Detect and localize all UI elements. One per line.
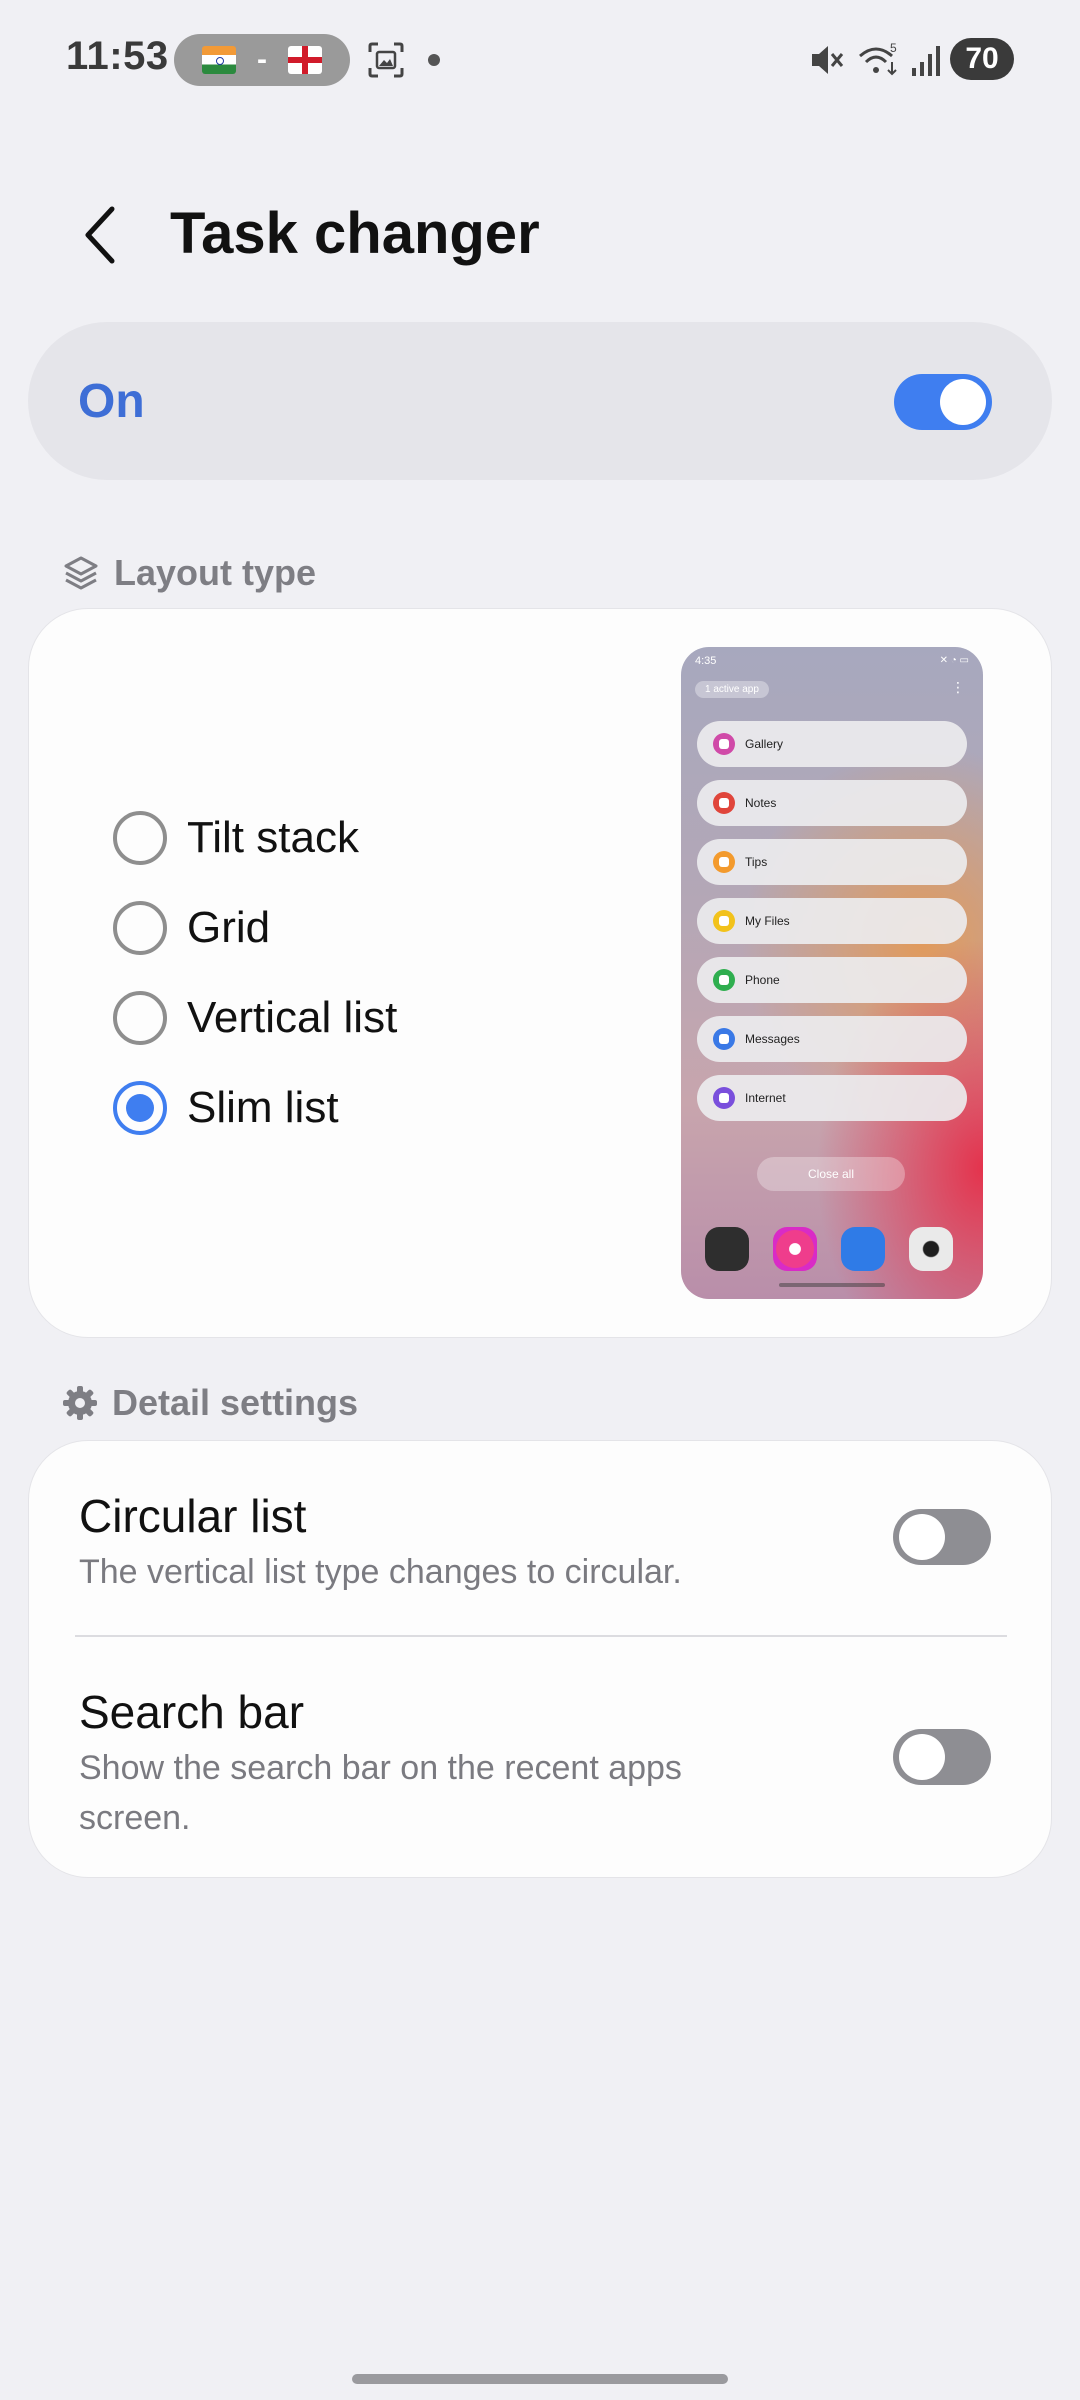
status-bar: 11:53 - 5 70 — [0, 0, 1080, 120]
preview-app-gallery: Gallery — [697, 721, 967, 767]
notes-icon — [713, 792, 735, 814]
status-time: 11:53 — [66, 34, 169, 78]
messages-icon — [841, 1227, 885, 1271]
preview-app-name: My Files — [745, 914, 790, 928]
detail-settings-header: Detail settings — [62, 1382, 358, 1424]
gallery-icon — [773, 1227, 817, 1271]
wifi-icon: 5 — [859, 41, 897, 76]
master-switch-label: On — [78, 375, 145, 428]
circular-list-toggle[interactable] — [893, 1509, 991, 1565]
preview-app-internet: Internet — [697, 1075, 967, 1121]
toggle-knob — [940, 379, 986, 425]
back-button[interactable] — [70, 200, 130, 270]
signal-icon — [912, 46, 940, 76]
radio-button[interactable] — [113, 811, 167, 865]
search-bar-toggle[interactable] — [893, 1729, 991, 1785]
detail-settings-label: Detail settings — [112, 1382, 359, 1423]
gear-icon — [63, 1386, 97, 1420]
preview-app-tips: Tips — [697, 839, 967, 885]
search-bar-description: Show the search bar on the recent apps s… — [79, 1749, 682, 1837]
camera-icon — [909, 1227, 953, 1271]
layout-type-header: Layout type — [62, 552, 316, 594]
preview-app-name: Internet — [745, 1091, 786, 1105]
layout-type-label: Layout type — [114, 552, 317, 593]
toggle-knob — [899, 1734, 945, 1780]
england-flag-icon — [287, 46, 322, 74]
preview-app-name: Tips — [745, 855, 768, 869]
folder-icon — [713, 910, 735, 932]
score-separator: - — [256, 43, 267, 76]
radio-label: Slim list — [187, 1083, 339, 1132]
notification-dot-icon — [428, 54, 440, 66]
gallery-icon — [713, 733, 735, 755]
tips-icon — [713, 851, 735, 873]
radio-label: Tilt stack — [187, 813, 359, 862]
radio-option-vertical-list[interactable]: Vertical list — [113, 991, 397, 1045]
mute-icon — [812, 46, 844, 74]
preview-time: 4:35 — [695, 655, 717, 667]
master-switch-row[interactable]: On — [28, 322, 1052, 480]
detail-settings-card: Circular list The vertical list type cha… — [28, 1440, 1052, 1878]
toggle-knob — [899, 1514, 945, 1560]
master-toggle[interactable] — [894, 374, 992, 430]
preview-app-name: Notes — [745, 796, 777, 810]
layout-preview-image: 4:35 ✕ ◔ ▭ 1 active app ⋮ Gallery Notes … — [681, 647, 983, 1299]
preview-app-name: Phone — [745, 973, 780, 987]
radio-label: Grid — [187, 903, 271, 952]
radio-button[interactable] — [113, 991, 167, 1045]
preview-app-name: Messages — [745, 1032, 800, 1046]
search-bar-title: Search bar — [79, 1686, 305, 1738]
calculator-icon — [705, 1227, 749, 1271]
radio-label: Vertical list — [187, 993, 398, 1042]
layout-type-card: Tilt stack Grid Vertical list Slim list … — [28, 608, 1052, 1338]
messages-icon — [713, 1028, 735, 1050]
layers-icon — [64, 556, 98, 590]
preview-status-icons: ✕ ◔ ▭ — [939, 655, 969, 666]
phone-icon — [713, 969, 735, 991]
preview-close-all-button: Close all — [757, 1157, 905, 1191]
live-score-pill[interactable]: - — [174, 34, 350, 86]
page-title: Task changer — [170, 201, 540, 266]
preview-active-apps-chip: 1 active app — [695, 681, 769, 698]
radio-button[interactable] — [113, 901, 167, 955]
more-options-icon: ⋮ — [951, 679, 965, 695]
circular-list-row[interactable]: Circular list The vertical list type cha… — [29, 1441, 1053, 1635]
radio-option-grid[interactable]: Grid — [113, 901, 270, 955]
screenshot-icon — [368, 42, 404, 78]
preview-home-handle — [779, 1283, 885, 1287]
radio-option-tilt-stack[interactable]: Tilt stack — [113, 811, 359, 865]
internet-icon — [713, 1087, 735, 1109]
india-flag-icon — [202, 46, 237, 74]
preview-app-notes: Notes — [697, 780, 967, 826]
circular-list-title: Circular list — [79, 1490, 307, 1542]
radio-option-slim-list[interactable]: Slim list — [113, 1081, 339, 1135]
preview-app-my-files: My Files — [697, 898, 967, 944]
preview-app-messages: Messages — [697, 1016, 967, 1062]
battery-indicator: 70 — [950, 38, 1014, 80]
preview-app-phone: Phone — [697, 957, 967, 1003]
circular-list-description: The vertical list type changes to circul… — [79, 1553, 682, 1591]
chevron-left-icon — [85, 206, 115, 264]
gesture-navigation-bar[interactable] — [352, 2374, 728, 2384]
svg-text:5: 5 — [890, 41, 897, 55]
search-bar-row[interactable]: Search bar Show the search bar on the re… — [29, 1637, 1053, 1879]
radio-button-selected[interactable] — [113, 1081, 167, 1135]
preview-app-name: Gallery — [745, 737, 784, 751]
